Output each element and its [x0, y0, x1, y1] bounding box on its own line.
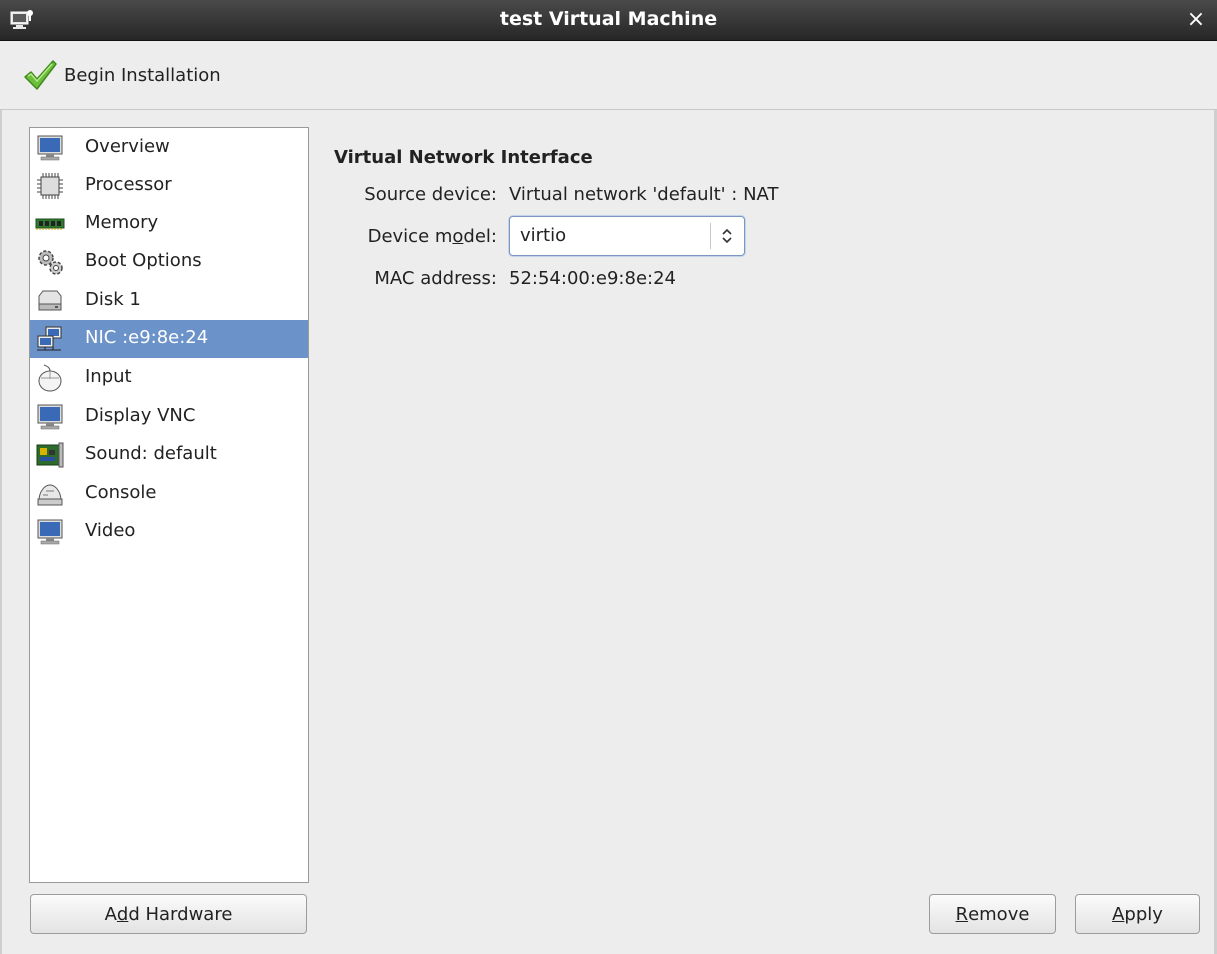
- memory-icon: [35, 218, 65, 230]
- sound-card-icon: [36, 442, 64, 468]
- sidebar-item-console[interactable]: Console: [30, 475, 308, 513]
- sidebar-item-input[interactable]: Input: [30, 359, 308, 397]
- cpu-icon: [37, 173, 63, 199]
- gears-icon: [38, 250, 63, 275]
- begin-installation-button[interactable]: Begin Installation: [14, 53, 227, 97]
- sidebar-item-label: Display VNC: [85, 405, 196, 426]
- mac-address-label: MAC address:: [374, 268, 497, 289]
- sidebar-item-label: Boot Options: [85, 250, 202, 271]
- sidebar-item-nic[interactable]: NIC :e9:8e:24: [30, 320, 308, 358]
- sidebar-item-processor[interactable]: Processor: [30, 167, 308, 205]
- sidebar-item-display-vnc[interactable]: Display VNC: [30, 398, 308, 436]
- sidebar-item-label: Overview: [85, 136, 170, 157]
- sidebar-item-disk[interactable]: Disk 1: [30, 282, 308, 320]
- sidebar-item-video[interactable]: Video: [30, 513, 308, 551]
- monitor-icon: [37, 404, 63, 430]
- source-device-value: Virtual network 'default' : NAT: [509, 184, 779, 205]
- sidebar-item-label: Processor: [85, 174, 172, 195]
- source-device-label: Source device:: [364, 184, 497, 205]
- device-model-select[interactable]: virtio: [509, 216, 745, 256]
- monitor-icon: [37, 135, 63, 161]
- sidebar-item-overview[interactable]: Overview: [30, 129, 308, 167]
- close-icon[interactable]: ×: [1185, 6, 1207, 34]
- sidebar-item-boot-options[interactable]: Boot Options: [30, 243, 308, 281]
- sidebar-item-label: Memory: [85, 212, 159, 233]
- section-title: Virtual Network Interface: [334, 147, 593, 168]
- remove-button[interactable]: Remove: [929, 894, 1056, 934]
- sidebar-item-label: NIC :e9:8e:24: [85, 327, 209, 348]
- device-model-label: Device model:: [367, 226, 497, 247]
- hardware-list: Overview Processor Memory Boot Options D…: [29, 127, 309, 883]
- console-icon: [37, 484, 63, 506]
- disk-icon: [38, 290, 62, 311]
- sidebar-item-label: Disk 1: [85, 289, 141, 310]
- sidebar-item-label: Video: [85, 520, 136, 541]
- title-bar[interactable]: test Virtual Machine ×: [0, 0, 1217, 41]
- vm-details-window: test Virtual Machine × Begin Installatio…: [0, 0, 1217, 954]
- toolbar: Begin Installation: [0, 41, 1217, 110]
- sidebar-item-memory[interactable]: Memory: [30, 205, 308, 243]
- network-icon: [37, 326, 62, 351]
- window-frame-left: [0, 110, 2, 954]
- device-model-value: virtio: [520, 225, 567, 246]
- updown-arrows-icon: [722, 228, 732, 244]
- mouse-icon: [38, 364, 62, 392]
- apply-button[interactable]: Apply: [1075, 894, 1200, 934]
- window-title: test Virtual Machine: [499, 8, 718, 30]
- monitor-icon: [37, 519, 63, 545]
- begin-installation-label: Begin Installation: [64, 64, 221, 86]
- sidebar-item-label: Console: [85, 482, 157, 503]
- checkmark-icon: [24, 60, 57, 90]
- sidebar-item-sound[interactable]: Sound: default: [30, 436, 308, 474]
- combo-separator: [710, 223, 711, 249]
- add-hardware-button[interactable]: Add Hardware: [30, 894, 307, 934]
- mac-address-value: 52:54:00:e9:8e:24: [509, 268, 676, 289]
- sidebar-item-label: Input: [85, 366, 132, 387]
- details-panel: Virtual Network Interface Source device:…: [320, 127, 1200, 881]
- sidebar-item-label: Sound: default: [85, 443, 217, 464]
